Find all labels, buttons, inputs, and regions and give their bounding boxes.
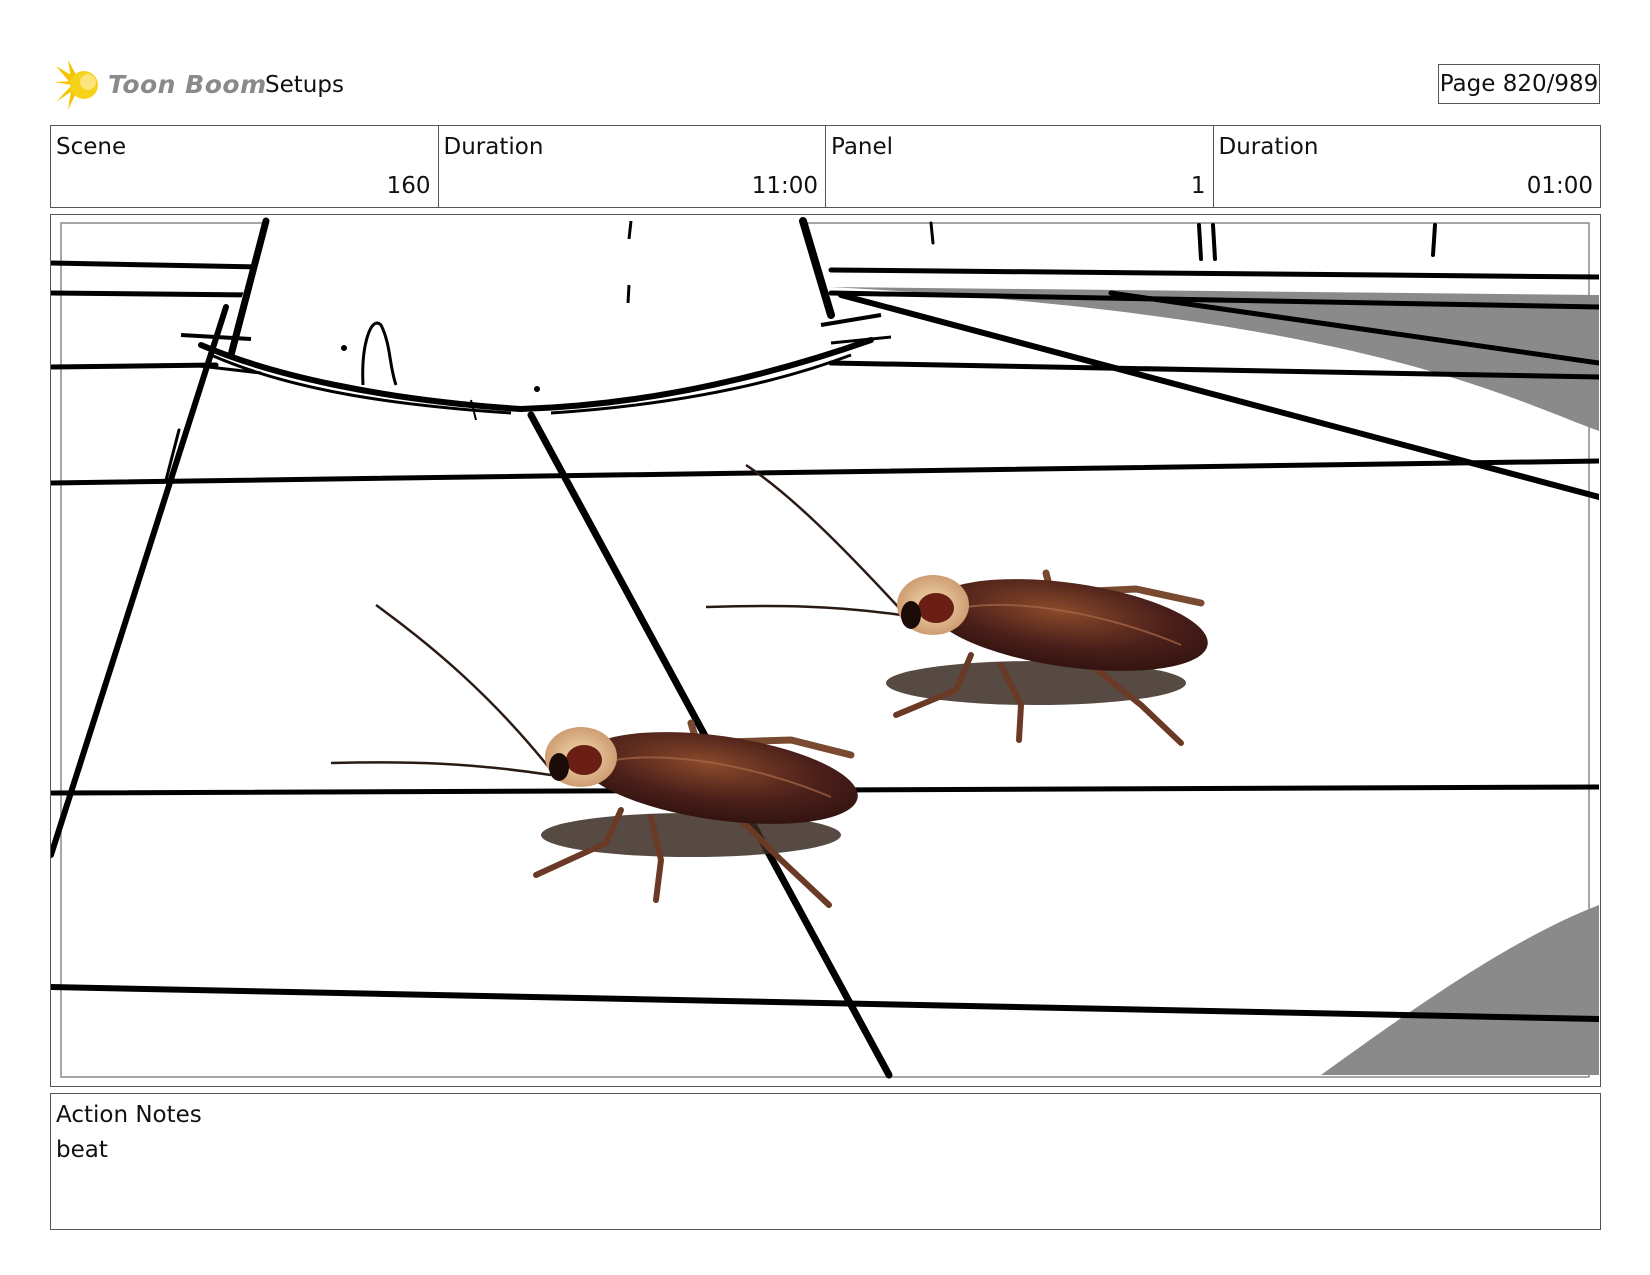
scene-value: 160: [386, 173, 431, 199]
scene-info-table: Scene 160 Duration 11:00 Panel 1 Duratio…: [50, 125, 1601, 208]
toon-boom-logo-icon: [54, 60, 98, 110]
panel-duration-cell: Duration 01:00: [1214, 126, 1601, 207]
panel-duration-value: 01:00: [1526, 173, 1593, 199]
scene-duration-value: 11:00: [751, 173, 818, 199]
panel-duration-label: Duration: [1218, 134, 1319, 160]
action-notes-text: beat: [56, 1137, 108, 1163]
scene-cell: Scene 160: [51, 126, 439, 207]
page-indicator: Page 820/989: [1438, 64, 1600, 104]
cockroach-back: [705, 463, 1208, 746]
cockroach-front: [330, 603, 858, 908]
storyboard-panel: [50, 214, 1601, 1087]
gray-shadow-bottom-right: [1321, 905, 1599, 1075]
action-notes-box: Action Notes beat: [50, 1093, 1601, 1230]
panel-drawing: [51, 217, 1599, 1079]
section-title: Setups: [265, 72, 344, 98]
scene-duration-label: Duration: [443, 134, 544, 160]
scene-duration-cell: Duration 11:00: [439, 126, 826, 207]
logo-wordmark: Toon Boom: [108, 70, 267, 99]
panel-label: Panel: [831, 134, 894, 160]
scene-label: Scene: [56, 134, 127, 160]
action-notes-label: Action Notes: [56, 1102, 202, 1128]
toilet-base: [180, 217, 892, 421]
panel-cell: Panel 1: [826, 126, 1214, 207]
panel-value: 1: [1190, 173, 1206, 199]
